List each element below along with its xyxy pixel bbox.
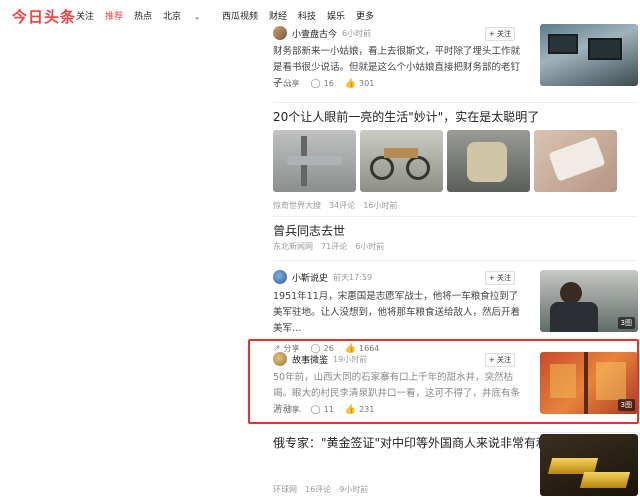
post-time: 16小时前: [363, 201, 398, 210]
chevron-down-icon: ⌄: [194, 13, 200, 21]
image-count-badge: 3图: [617, 317, 635, 329]
follow-button[interactable]: + 关注: [484, 271, 515, 285]
comment-icon: ◯: [310, 78, 321, 89]
monitor-shape: [588, 38, 622, 60]
source-name[interactable]: 惊奇世界大搜: [273, 200, 321, 211]
article-title[interactable]: 俄专家："黄金签证"对中印等外国商人来说非常有利: [273, 434, 548, 451]
share-icon: ↗: [273, 78, 281, 89]
seat-shape: [467, 142, 507, 182]
author-name[interactable]: 小壹盘古今: [292, 27, 337, 40]
post-stats: ↗ 分享 ◯ 16 👍 301: [273, 78, 385, 89]
divider: [273, 432, 638, 433]
comment-count[interactable]: 16评论: [305, 484, 331, 495]
thumbnail-bike[interactable]: [360, 130, 443, 192]
monitor-shape: [548, 34, 578, 54]
nav-hot[interactable]: 热点: [134, 9, 152, 22]
gold-bar-shape: [579, 472, 631, 488]
source-name[interactable]: 东北新闻网: [273, 241, 313, 252]
article-meta: 惊奇世界大搜 34评论 16小时前: [273, 200, 405, 211]
image-strip: [273, 130, 621, 192]
post-time: 9小时前: [339, 485, 369, 494]
thumbnail-driver[interactable]: 3图: [540, 270, 638, 332]
nav-finance[interactable]: 财经: [269, 9, 287, 22]
head-shape: [560, 282, 582, 304]
author-name[interactable]: 小靳说史: [292, 271, 328, 284]
paper-shape: [548, 136, 606, 182]
thumbnail-gold[interactable]: [540, 434, 638, 496]
nav-xigua-video[interactable]: 西瓜视频: [222, 9, 258, 22]
divider: [273, 260, 638, 261]
divider: [273, 102, 638, 103]
post-time: 6小时前: [355, 242, 385, 251]
comment-count: 16: [323, 79, 334, 88]
avatar[interactable]: [273, 270, 287, 284]
article-title[interactable]: 20个让人眼前一亮的生活"妙计"，实在是太聪明了: [273, 108, 539, 125]
thumbnail-car-seat[interactable]: [447, 130, 530, 192]
author-row: 小壹盘古今 6小时前: [273, 26, 371, 40]
post-time: 6小时前: [342, 28, 372, 38]
highlight-box: [248, 339, 639, 424]
nav-follow[interactable]: 关注: [76, 9, 94, 22]
nav-entertainment[interactable]: 娱乐: [327, 9, 345, 22]
article-meta: 东北新闻网 71评论 6小时前: [273, 241, 392, 252]
follow-button[interactable]: + 关注: [484, 27, 515, 41]
channel-nav: 关注 推荐 热点 北京 ⌄ 西瓜视频 财经 科技 娱乐 更多: [76, 9, 385, 22]
divider: [273, 216, 638, 217]
wheel-shape: [370, 156, 394, 180]
body-shape: [550, 302, 598, 332]
avatar[interactable]: [273, 26, 287, 40]
feed-item-6[interactable]: 俄专家："黄金签证"对中印等外国商人来说非常有利 环球网 16评论 9小时前: [273, 434, 638, 497]
share-label: 分享: [283, 79, 300, 88]
comment-count[interactable]: 34评论: [329, 200, 355, 211]
nav-tech[interactable]: 科技: [298, 9, 316, 22]
feed-item-2[interactable]: 20个让人眼前一亮的生活"妙计"，实在是太聪明了 惊奇世界大搜 34评论 16小…: [273, 106, 638, 216]
source-name[interactable]: 环球网: [273, 484, 297, 495]
comment-button[interactable]: ◯ 16: [311, 79, 334, 89]
like-count: 301: [359, 79, 375, 88]
nav-more[interactable]: 更多: [356, 9, 374, 22]
thumbs-up-icon: 👍: [344, 78, 357, 89]
article-title[interactable]: 曾兵同志去世: [273, 222, 345, 239]
article-meta: 环球网 16评论 9小时前: [273, 484, 376, 495]
site-logo[interactable]: 今日头条: [12, 6, 76, 27]
post-text[interactable]: 1951年11月，宋惠国是志愿军战士，他将一车粮食拉到了美军驻地。让人没想到，他…: [273, 289, 526, 337]
author-row: 小靳说史 前天17:59: [273, 270, 372, 284]
feed-item-1[interactable]: 小壹盘古今 6小时前 + 关注 财务部新来一小姑娘，看上去很斯文，平时除了埋头工…: [273, 22, 638, 102]
nav-recommend[interactable]: 推荐: [105, 9, 123, 22]
wrench-shape: [287, 156, 343, 165]
comment-count[interactable]: 71评论: [321, 241, 347, 252]
cart-shape: [384, 148, 418, 158]
thumbnail-office[interactable]: [540, 24, 638, 86]
nav-beijing-label: 北京: [163, 12, 182, 22]
thumbnail-wrench[interactable]: [273, 130, 356, 192]
nav-beijing[interactable]: 北京 ⌄: [163, 9, 211, 22]
wheel-shape: [406, 156, 430, 180]
post-time: 前天17:59: [333, 272, 373, 282]
like-button[interactable]: 👍 301: [345, 79, 375, 89]
thumbnail-hand[interactable]: [534, 130, 617, 192]
share-button[interactable]: ↗ 分享: [273, 78, 300, 89]
